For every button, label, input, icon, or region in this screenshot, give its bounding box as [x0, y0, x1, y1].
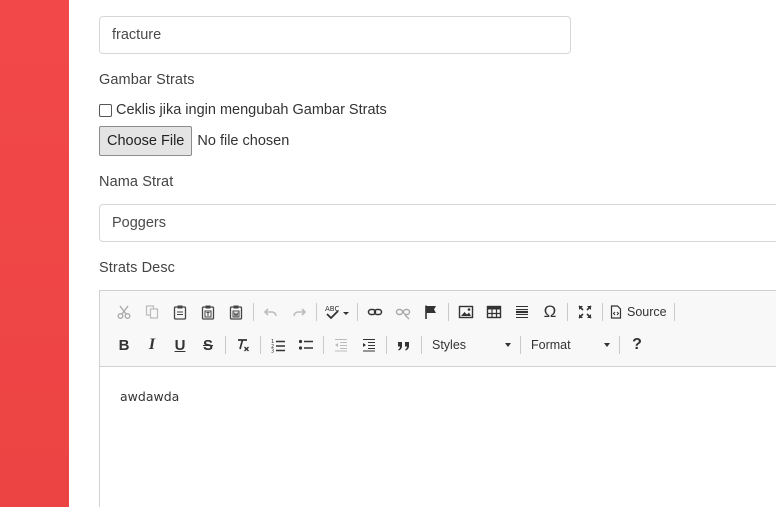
toolbar-separator: [673, 303, 675, 321]
toolbar-separator: [421, 336, 422, 354]
toolbar-separator: [520, 336, 521, 354]
strikethrough-button[interactable]: S: [194, 332, 222, 358]
bold-icon: B: [118, 336, 130, 354]
choose-file-button[interactable]: Choose File: [99, 126, 193, 156]
special-character-icon[interactable]: Ω: [536, 299, 564, 325]
help-button[interactable]: ?: [623, 332, 651, 358]
toolbar-separator: [323, 336, 324, 354]
map-input-value: fracture: [112, 27, 162, 43]
editor-content-text: awdawda: [120, 389, 180, 404]
nama-strat-input[interactable]: Poggers: [99, 204, 776, 242]
numbered-list-icon[interactable]: 123: [264, 332, 292, 358]
toolbar-separator: [253, 303, 254, 321]
help-icon: ?: [632, 336, 642, 353]
unlink-icon[interactable]: [389, 299, 417, 325]
nama-strat-value: Poggers: [112, 215, 167, 231]
styles-dropdown-label: Styles: [432, 338, 467, 352]
toolbar-separator: [448, 303, 449, 321]
toolbar-separator: [602, 303, 603, 321]
toolbar-separator: [260, 336, 261, 354]
toolbar-separator: [357, 303, 358, 321]
horizontal-rule-icon[interactable]: [508, 299, 536, 325]
toolbar-row-1: ABC Ω Source: [110, 299, 678, 325]
toolbar-row-2: B I U S 123 Styles Format ?: [110, 332, 651, 358]
chevron-down-icon: [505, 343, 511, 347]
editor-toolbar: ABC Ω Source B I U S 1 2 3 Styles Format…: [100, 291, 776, 367]
file-status-text: No file chosen: [197, 133, 290, 149]
anchor-flag-icon[interactable]: [417, 299, 445, 325]
svg-text:3: 3: [271, 349, 274, 354]
paste-word-icon[interactable]: [222, 299, 250, 325]
strikethrough-icon: S: [202, 336, 213, 354]
italic-button[interactable]: I: [138, 332, 166, 358]
indent-icon[interactable]: [355, 332, 383, 358]
underline-icon: U: [174, 336, 186, 354]
sidebar: [0, 0, 69, 507]
strat-form: fracture Gambar Strats Ceklis jika ingin…: [99, 0, 776, 507]
nama-strat-label: Nama Strat: [99, 174, 174, 190]
bold-button[interactable]: B: [110, 332, 138, 358]
italic-icon: I: [148, 336, 156, 353]
underline-button[interactable]: U: [166, 332, 194, 358]
undo-icon[interactable]: [257, 299, 285, 325]
image-icon[interactable]: [452, 299, 480, 325]
table-icon[interactable]: [480, 299, 508, 325]
bulleted-list-icon[interactable]: [292, 332, 320, 358]
gambar-strats-label: Gambar Strats: [99, 72, 195, 88]
toolbar-separator: [567, 303, 568, 321]
format-dropdown-label: Format: [531, 338, 571, 352]
maximize-icon[interactable]: [571, 299, 599, 325]
change-image-checkbox[interactable]: [99, 103, 112, 117]
file-input[interactable]: Choose File No file chosen: [99, 126, 289, 156]
outdent-icon[interactable]: [327, 332, 355, 358]
toolbar-separator: [316, 303, 317, 321]
toolbar-separator: [619, 336, 620, 354]
copy-icon[interactable]: [138, 299, 166, 325]
chevron-down-icon: [604, 343, 610, 347]
link-icon[interactable]: [361, 299, 389, 325]
source-icon: [610, 305, 622, 319]
toolbar-separator: [225, 336, 226, 354]
strats-desc-label: Strats Desc: [99, 260, 176, 276]
remove-format-icon[interactable]: [229, 332, 257, 358]
paste-text-icon[interactable]: [194, 299, 222, 325]
styles-dropdown[interactable]: Styles: [425, 334, 517, 356]
blockquote-icon[interactable]: [390, 332, 418, 358]
source-label: Source: [627, 305, 667, 319]
change-image-checkbox-label[interactable]: Ceklis jika ingin mengubah Gambar Strats: [116, 102, 387, 118]
toolbar-separator: [386, 336, 387, 354]
format-dropdown[interactable]: Format: [524, 334, 616, 356]
redo-icon[interactable]: [285, 299, 313, 325]
spellcheck-icon[interactable]: ABC: [320, 299, 354, 325]
change-image-checkbox-row[interactable]: Ceklis jika ingin mengubah Gambar Strats: [99, 102, 387, 118]
map-input[interactable]: fracture: [99, 16, 571, 54]
editor-content-area[interactable]: awdawda: [100, 367, 776, 426]
cut-icon[interactable]: [110, 299, 138, 325]
rich-text-editor: ABC Ω Source B I U S 1 2 3 Styles Format…: [99, 290, 776, 507]
paste-icon[interactable]: [166, 299, 194, 325]
omega-glyph: Ω: [543, 302, 557, 321]
source-button[interactable]: Source: [606, 299, 671, 325]
